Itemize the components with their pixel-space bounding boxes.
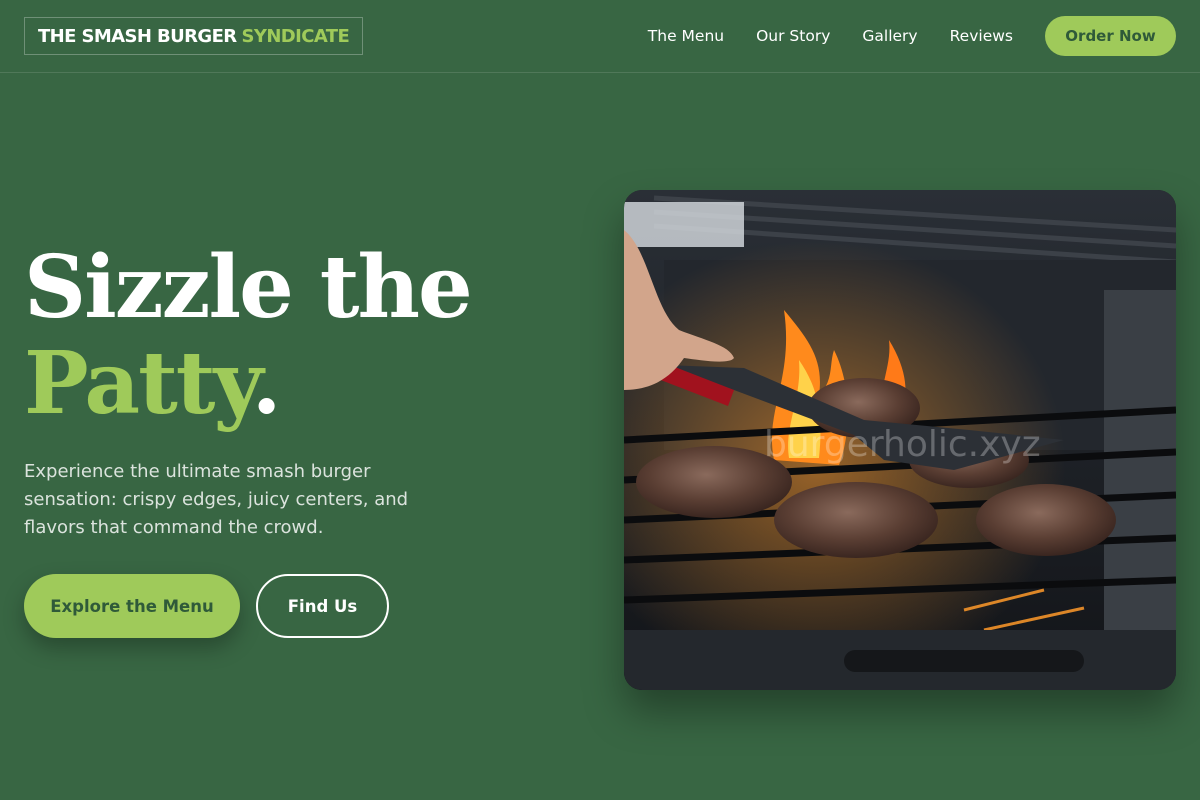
logo[interactable]: THE SMASH BURGER SYNDICATE bbox=[24, 17, 364, 55]
nav-link-reviews[interactable]: Reviews bbox=[950, 27, 1013, 45]
hero-subtext: Experience the ultimate smash burger sen… bbox=[24, 461, 409, 538]
headline-period: . bbox=[251, 333, 282, 434]
image-watermark: burgerholic.xyz bbox=[764, 424, 1041, 465]
nav-link-menu[interactable]: The Menu bbox=[648, 27, 724, 45]
find-us-button[interactable]: Find Us bbox=[256, 574, 389, 638]
headline-accent-word: Patty bbox=[24, 333, 254, 434]
headline-line-2: Patty. bbox=[24, 336, 471, 432]
headline-line-1: Sizzle the bbox=[24, 237, 473, 338]
logo-main-text: THE SMASH BURGER bbox=[38, 25, 237, 47]
nav-link-gallery[interactable]: Gallery bbox=[862, 27, 917, 45]
order-now-button[interactable]: Order Now bbox=[1045, 16, 1176, 56]
hero-image: burgerholic.xyz bbox=[624, 190, 1176, 690]
logo-accent-text: SYNDICATE bbox=[241, 25, 350, 47]
explore-menu-button[interactable]: Explore the Menu bbox=[24, 574, 240, 638]
main-nav: The Menu Our Story Gallery Reviews Order… bbox=[648, 16, 1176, 56]
hero-headline: Sizzle the Patty. bbox=[24, 237, 473, 432]
nav-link-our-story[interactable]: Our Story bbox=[756, 27, 830, 45]
site-header: THE SMASH BURGER SYNDICATE The Menu Our … bbox=[0, 0, 1200, 73]
